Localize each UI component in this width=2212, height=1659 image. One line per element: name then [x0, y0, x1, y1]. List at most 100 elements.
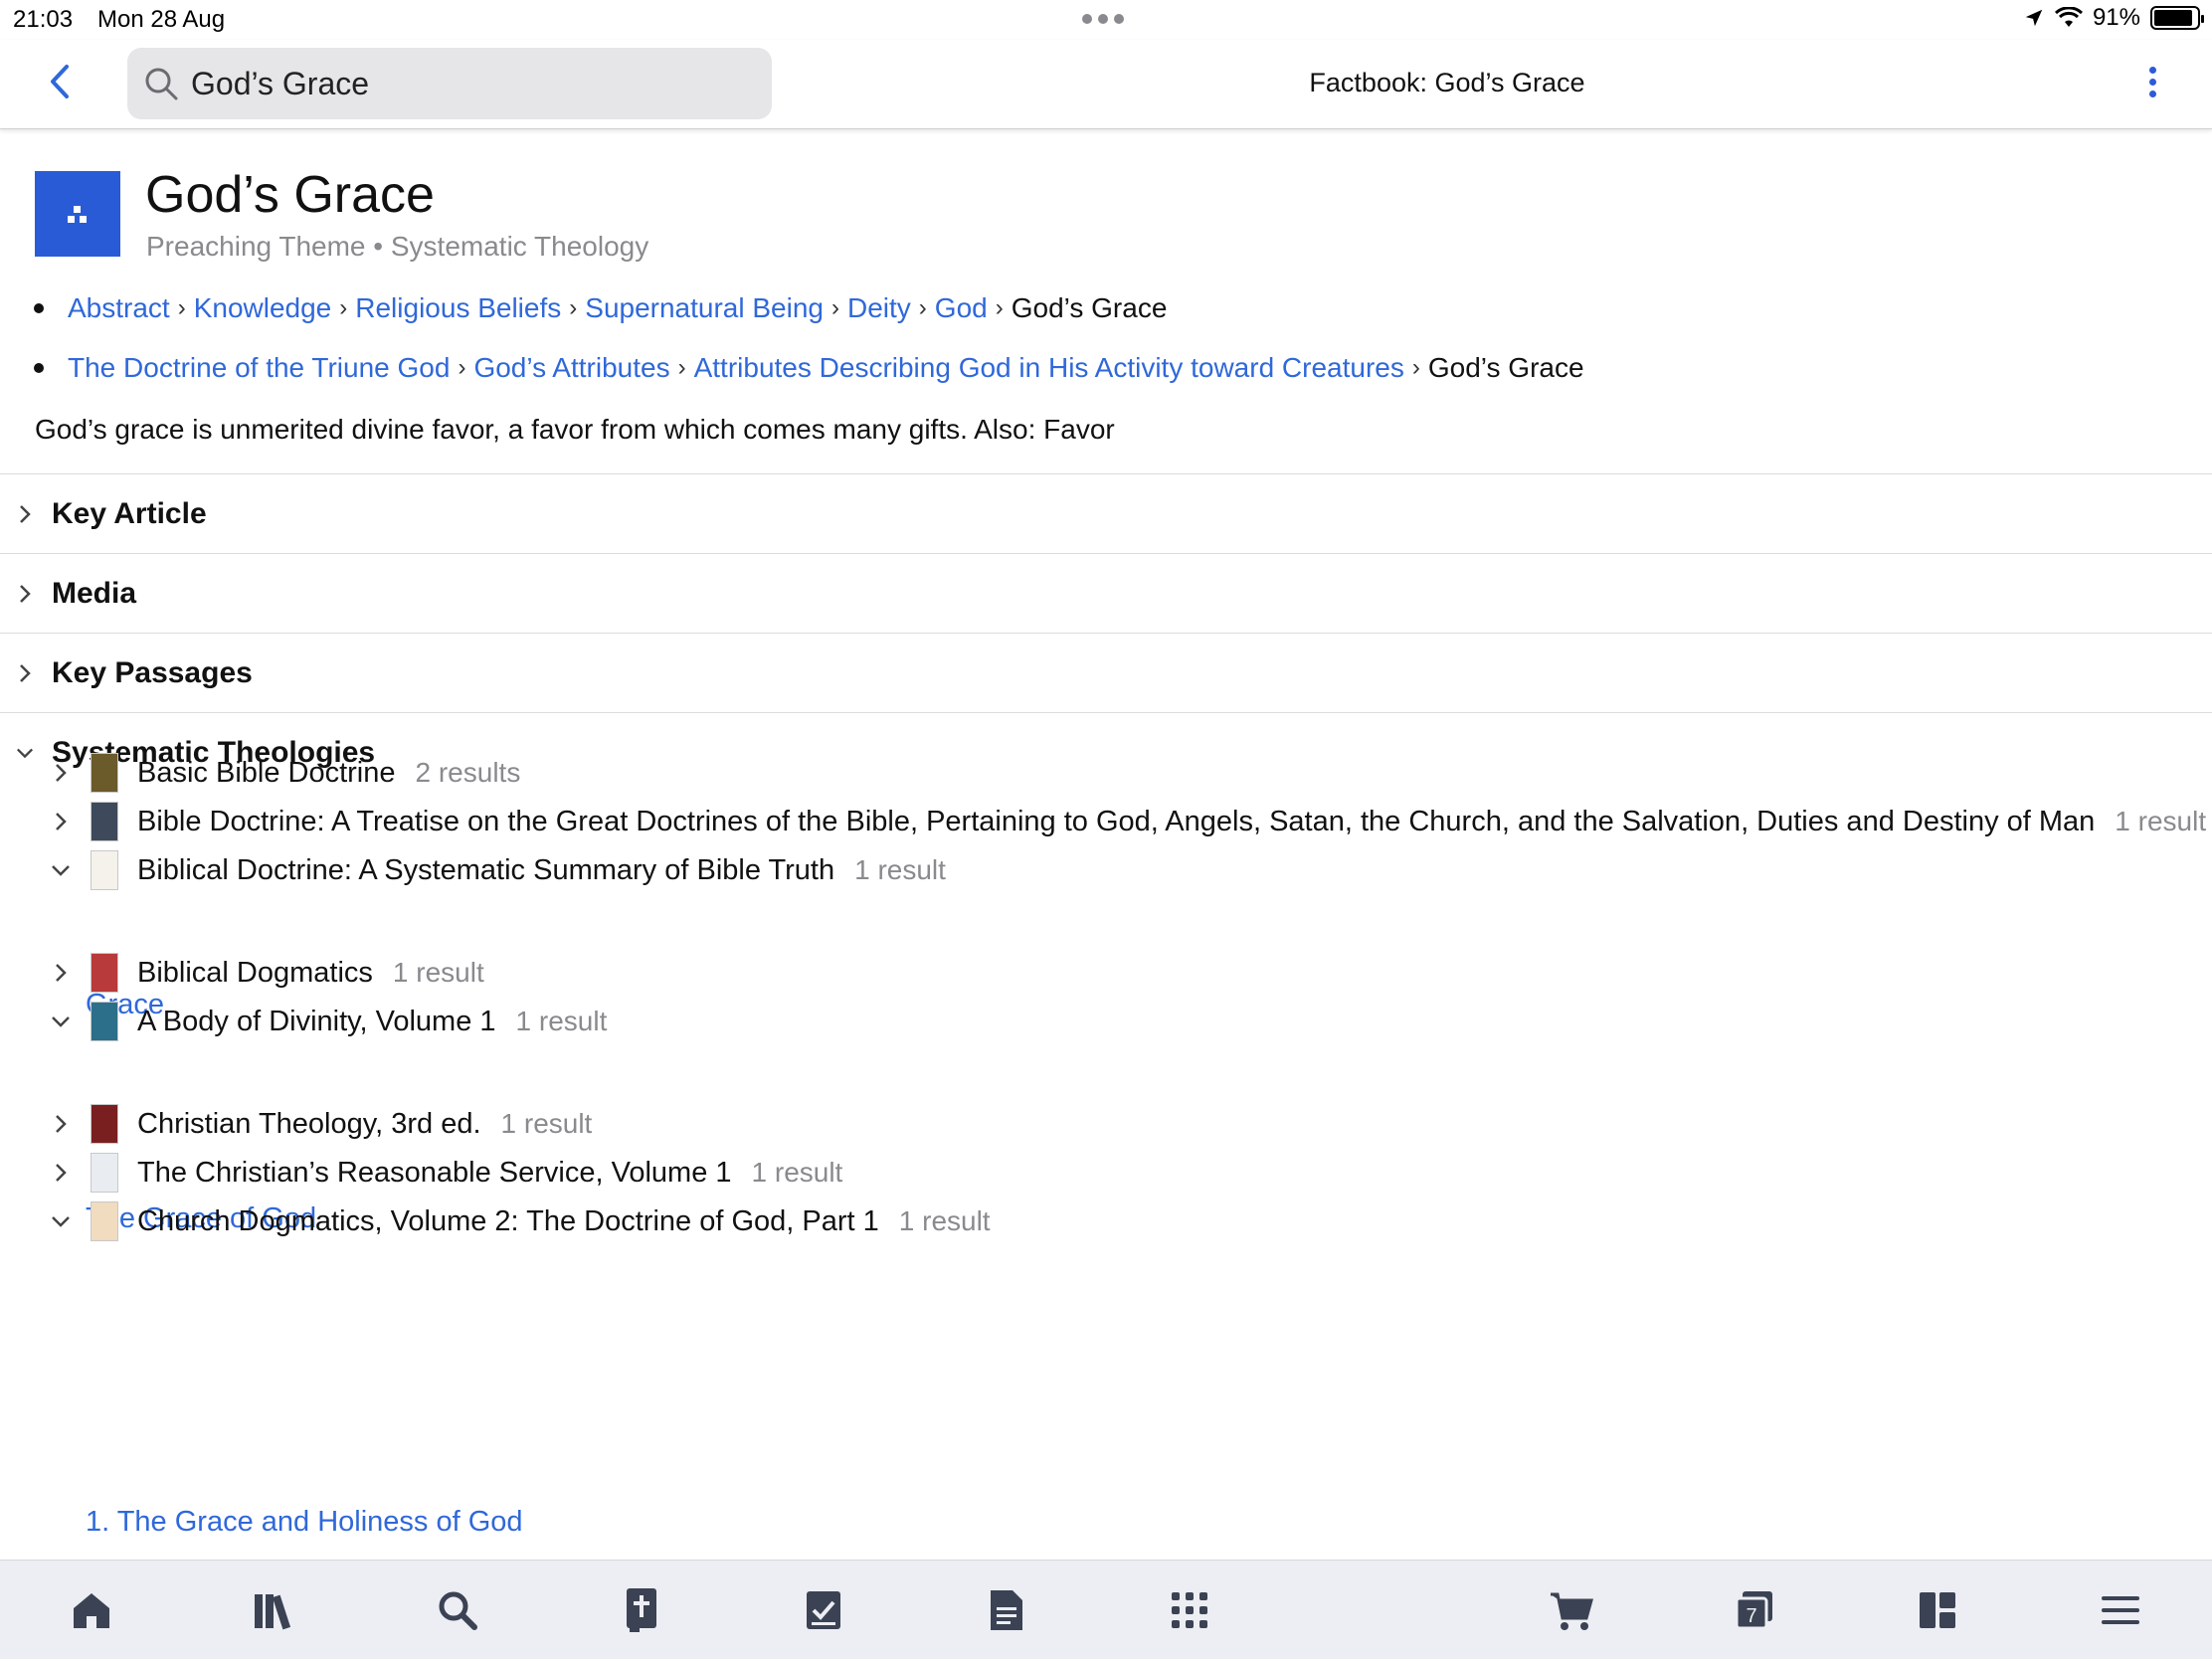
book-title: Biblical Dogmatics: [137, 956, 373, 989]
breadcrumb-link[interactable]: Attributes Describing God in His Activit…: [694, 352, 1404, 384]
divider: [0, 633, 2212, 634]
page-title: God’s Grace: [145, 166, 435, 224]
section-media[interactable]: Media: [0, 555, 2212, 633]
book-row[interactable]: Christian Theology, 3rd ed. 1 result: [0, 1099, 2212, 1149]
book-row[interactable]: Basic Bible Doctrine 2 results: [0, 748, 2212, 798]
more-options-button[interactable]: [2138, 60, 2166, 103]
chevron-left-icon: [51, 65, 69, 98]
breadcrumb-separator: ›: [831, 294, 839, 321]
breadcrumb-separator: ›: [677, 354, 686, 381]
chevron-right-icon: [56, 964, 67, 982]
section-key-passages[interactable]: Key Passages: [0, 635, 2212, 712]
status-right: 91%: [2023, 4, 2204, 32]
expand-toggle[interactable]: [50, 1215, 72, 1227]
book-title-line: Biblical Dogmatics 1 result: [137, 957, 484, 990]
nav-bar: Factbook: God’s Grace: [0, 40, 2212, 129]
tab-documents[interactable]: [983, 1586, 1030, 1634]
search-icon: [145, 68, 178, 100]
tab-menu[interactable]: [2097, 1586, 2144, 1634]
battery-percent: 91%: [2092, 4, 2140, 31]
book-cover-icon: [91, 1104, 118, 1144]
expand-toggle[interactable]: [50, 763, 72, 783]
result-link[interactable]: 1. The Grace and Holiness of God: [86, 1506, 523, 1539]
divider: [0, 473, 2212, 474]
expand-toggle[interactable]: [50, 1114, 72, 1134]
bible-icon: [627, 1588, 656, 1632]
wifi-icon: [2054, 7, 2083, 27]
chevron-right-icon: [56, 764, 67, 782]
chevron-right-icon: [20, 585, 31, 603]
divider: [0, 712, 2212, 713]
multitasking-dots[interactable]: [1082, 14, 1124, 24]
section-label: Key Passages: [52, 656, 253, 689]
expand-toggle[interactable]: [50, 864, 72, 876]
book-title-line: Basic Bible Doctrine 2 results: [137, 757, 520, 790]
book-row[interactable]: The Christian’s Reasonable Service, Volu…: [0, 1148, 2212, 1198]
tab-bible[interactable]: [617, 1586, 664, 1634]
document-icon: [991, 1590, 1022, 1630]
breadcrumb-link[interactable]: Supernatural Being: [585, 292, 824, 324]
book-row[interactable]: A Body of Divinity, Volume 1 1 result: [0, 997, 2212, 1046]
reading-plan-icon: [807, 1591, 840, 1629]
tabs-icon: 7: [1735, 1591, 1772, 1630]
expand-toggle[interactable]: [50, 1015, 72, 1027]
book-title-line: Biblical Doctrine: A Systematic Summary …: [137, 854, 946, 887]
breadcrumb-link[interactable]: The Doctrine of the Triune God: [68, 352, 450, 384]
search-icon: [439, 1591, 477, 1630]
result-count: 1 result: [515, 1005, 608, 1036]
breadcrumb: Abstract › Knowledge › Religious Beliefs › Sup…: [34, 292, 1167, 324]
book-title: The Christian’s Reasonable Service, Volu…: [137, 1156, 732, 1189]
back-button[interactable]: [40, 60, 80, 103]
tab-store[interactable]: [1548, 1586, 1595, 1634]
breadcrumb-link[interactable]: God’s Attributes: [473, 352, 669, 384]
breadcrumb-link[interactable]: Deity: [847, 292, 911, 324]
tab-reading-plan[interactable]: [800, 1586, 847, 1634]
chevron-right-icon: [20, 505, 31, 523]
tab-library[interactable]: [251, 1586, 298, 1634]
search-field[interactable]: [127, 48, 772, 119]
breadcrumb-separator: ›: [569, 294, 578, 321]
book-title-line: The Christian’s Reasonable Service, Volu…: [137, 1157, 842, 1190]
tab-open-tabs[interactable]: 7: [1731, 1586, 1778, 1634]
breadcrumb-separator: ›: [995, 294, 1004, 321]
library-icon: [255, 1594, 291, 1630]
result-count: 1 result: [2115, 805, 2207, 836]
section-key-article[interactable]: Key Article: [0, 475, 2212, 553]
book-cover-icon: [91, 1153, 118, 1193]
expand-toggle[interactable]: [50, 812, 72, 831]
result-count: 2 results: [415, 756, 521, 788]
apps-grid-icon: [1172, 1592, 1207, 1628]
book-title: Bible Doctrine: A Treatise on the Great …: [137, 805, 2096, 837]
tab-apps[interactable]: [1166, 1586, 1213, 1634]
breadcrumb: The Doctrine of the Triune God › God’s Att…: [34, 352, 1584, 384]
divider: [0, 553, 2212, 554]
expand-toggle[interactable]: [50, 1163, 72, 1183]
location-icon: [2025, 9, 2043, 27]
breadcrumb-link[interactable]: Knowledge: [194, 292, 332, 324]
menu-icon: [2102, 1596, 2139, 1624]
chevron-down-icon: [52, 1216, 70, 1227]
book-title: Church Dogmatics, Volume 2: The Doctrine…: [137, 1204, 879, 1237]
book-title: Christian Theology, 3rd ed.: [137, 1107, 481, 1140]
breadcrumb-link[interactable]: Religious Beliefs: [355, 292, 561, 324]
expand-toggle[interactable]: [50, 963, 72, 983]
breadcrumb-current: God’s Grace: [1011, 292, 1168, 323]
tab-bar: 7: [0, 1560, 2212, 1659]
tab-search[interactable]: [434, 1586, 481, 1634]
book-cover-icon: [91, 953, 118, 993]
breadcrumb-link[interactable]: God: [935, 292, 988, 324]
book-row[interactable]: Bible Doctrine: A Treatise on the Great …: [0, 797, 2212, 846]
breadcrumb-link[interactable]: Abstract: [68, 292, 170, 324]
book-title: Basic Bible Doctrine: [137, 756, 396, 789]
book-cover-icon: [91, 1201, 118, 1241]
book-title-line: Christian Theology, 3rd ed. 1 result: [137, 1108, 592, 1141]
tab-home[interactable]: [68, 1586, 115, 1634]
search-input[interactable]: [191, 65, 748, 102]
book-title-line: Church Dogmatics, Volume 2: The Doctrine…: [137, 1205, 991, 1238]
book-row[interactable]: Biblical Dogmatics 1 result: [0, 948, 2212, 998]
book-row[interactable]: Church Dogmatics, Volume 2: The Doctrine…: [0, 1197, 2212, 1246]
tab-layouts[interactable]: [1914, 1586, 1961, 1634]
book-row[interactable]: Biblical Doctrine: A Systematic Summary …: [0, 845, 2212, 895]
book-cover-icon: [91, 1002, 118, 1041]
book-cover-icon: [91, 753, 118, 793]
